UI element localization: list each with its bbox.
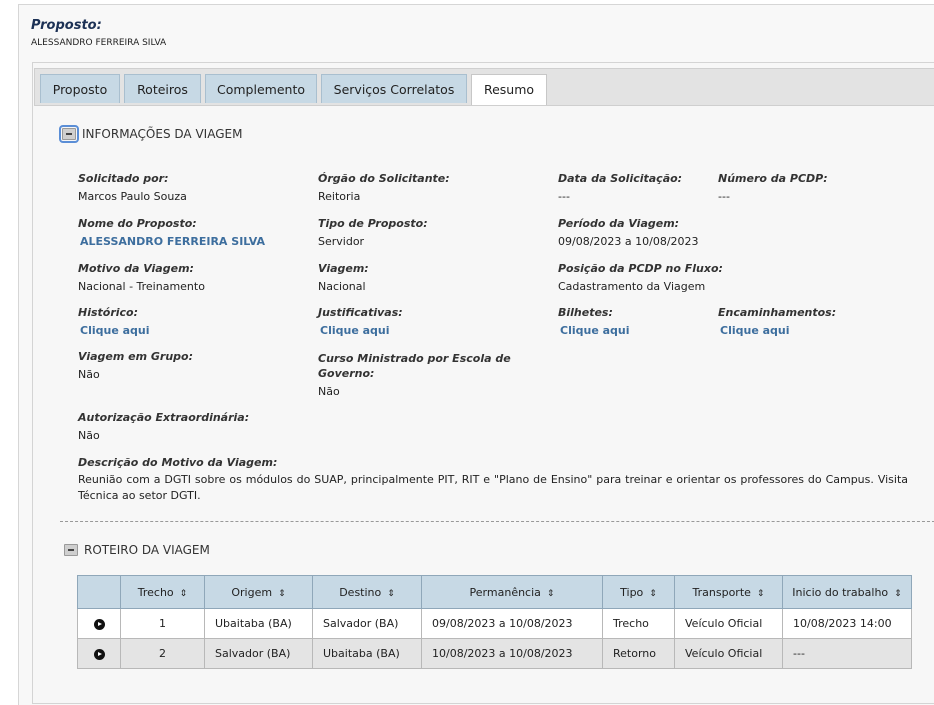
field-posicao: Posição da PCDP no Fluxo: Cadastramento … — [558, 262, 723, 293]
nome-proposto-link[interactable]: ALESSANDRO FERREIRA SILVA — [78, 234, 265, 249]
field-motivo: Motivo da Viagem: Nacional - Treinamento — [78, 262, 205, 293]
sort-icon: ⇕ — [179, 588, 188, 599]
table-header-transporte[interactable]: Transporte ⇕ — [674, 575, 783, 609]
table-header-inicio[interactable]: Inicio do trabalho ⇕ — [782, 575, 912, 609]
field-justificativas: Justificativas: Clique aqui — [318, 306, 403, 338]
field-curso: Curso Ministrado por Escola de Governo: … — [318, 352, 511, 398]
table-header-destino[interactable]: Destino ⇕ — [312, 575, 422, 609]
tab-proposto[interactable]: Proposto — [40, 74, 120, 103]
table-row: 1 Ubaitaba (BA) Salvador (BA) 09/08/2023… — [77, 608, 912, 639]
roteiro-table: Trecho ⇕ Origem ⇕ Destino ⇕ Permanência ⇕ Ti… — [77, 575, 912, 669]
field-descricao: Descrição do Motivo da Viagem: Reunião c… — [78, 456, 908, 502]
sort-icon: ⇕ — [649, 588, 657, 599]
table-header-tipo[interactable]: Tipo ⇕ — [602, 575, 675, 609]
proposto-name: ALESSANDRO FERREIRA SILVA — [31, 38, 167, 48]
field-viagem-grupo: Viagem em Grupo: Não — [78, 350, 194, 381]
section-divider — [60, 521, 934, 522]
expand-row-icon[interactable] — [93, 618, 105, 630]
field-numero-pcdp: Número da PCDP: --- — [718, 172, 828, 203]
field-viagem: Viagem: Nacional — [318, 262, 369, 293]
field-historico: Histórico: Clique aqui — [78, 306, 150, 338]
field-autorizacao: Autorização Extraordinária: Não — [78, 411, 250, 442]
table-header-trecho[interactable]: Trecho ⇕ — [120, 575, 205, 609]
tab-roteiros[interactable]: Roteiros — [124, 74, 201, 103]
table-row: 2 Salvador (BA) Ubaitaba (BA) 10/08/2023… — [77, 638, 912, 669]
field-bilhetes: Bilhetes: Clique aqui — [558, 306, 630, 338]
expand-row-icon[interactable] — [93, 648, 105, 660]
field-tipo-proposto: Tipo de Proposto: Servidor — [318, 217, 428, 248]
table-header-permanencia[interactable]: Permanência ⇕ — [421, 575, 603, 609]
tab-resumo[interactable]: Resumo — [471, 74, 547, 105]
table-header-origem[interactable]: Origem ⇕ — [204, 575, 313, 609]
field-solicitado-por: Solicitado por: Marcos Paulo Souza — [78, 172, 187, 203]
sort-icon: ⇕ — [894, 588, 902, 599]
sort-icon: ⇕ — [546, 588, 555, 599]
historico-link[interactable]: Clique aqui — [78, 323, 150, 338]
field-periodo: Período da Viagem: 09/08/2023 a 10/08/20… — [558, 217, 699, 248]
table-header-expand — [77, 575, 121, 609]
bilhetes-link[interactable]: Clique aqui — [558, 323, 630, 338]
page-title: Proposto: — [31, 18, 102, 33]
justificativas-link[interactable]: Clique aqui — [318, 323, 403, 338]
sort-icon: ⇕ — [756, 588, 765, 599]
field-orgao: Órgão do Solicitante: Reitoria — [318, 172, 450, 203]
sort-icon: ⇕ — [387, 588, 395, 599]
collapse-icon[interactable] — [64, 544, 78, 556]
roteiro-section-header: ROTEIRO DA VIAGEM — [64, 543, 210, 557]
sort-icon: ⇕ — [278, 588, 286, 599]
info-section-title: INFORMAÇÕES DA VIAGEM — [82, 127, 243, 141]
field-encaminhamentos: Encaminhamentos: Clique aqui — [718, 306, 837, 338]
tab-servicos-correlatos[interactable]: Serviços Correlatos — [321, 74, 467, 103]
encaminhamentos-link[interactable]: Clique aqui — [718, 323, 836, 338]
tab-complemento[interactable]: Complemento — [205, 74, 317, 103]
collapse-icon[interactable] — [59, 125, 79, 143]
info-section-header: INFORMAÇÕES DA VIAGEM — [59, 125, 243, 143]
field-data-solicitacao: Data da Solicitação: --- — [558, 172, 683, 203]
roteiro-section-title: ROTEIRO DA VIAGEM — [84, 543, 210, 557]
field-nome-proposto: Nome do Proposto: ALESSANDRO FERREIRA SI… — [78, 217, 266, 249]
